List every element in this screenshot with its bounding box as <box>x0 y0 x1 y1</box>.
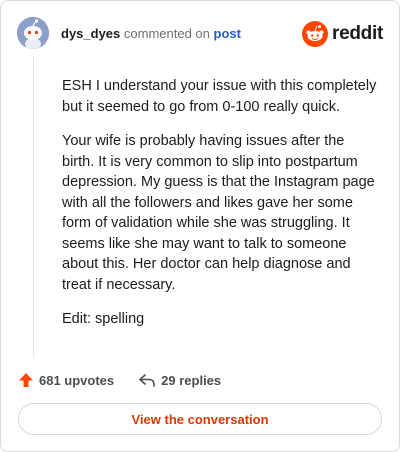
comment-actions: 681 upvotes 29 replies <box>18 370 221 390</box>
reply-count: 29 replies <box>161 372 222 388</box>
view-conversation-button[interactable]: View the conversation <box>18 403 382 435</box>
post-link[interactable]: post <box>214 26 241 41</box>
comment-header: dys_dyes commented on post reddit <box>17 17 383 49</box>
snoo-avatar-icon <box>17 17 49 49</box>
comment-paragraph: ESH I understand your issue with this co… <box>62 78 377 115</box>
comment-card: dys_dyes commented on post reddit ESH I … <box>0 0 400 452</box>
comment-paragraph: Edit: spelling <box>62 311 145 327</box>
username[interactable]: dys_dyes <box>61 26 120 41</box>
upvote-button[interactable]: 681 upvotes <box>18 372 114 388</box>
comment-paragraph: Your wife is probably having issues afte… <box>62 133 375 293</box>
logo-wordmark: reddit <box>332 23 383 44</box>
comment-body: ESH I understand your issue with this co… <box>62 76 378 344</box>
reply-arrow-icon <box>139 374 155 387</box>
thread-line <box>33 57 34 357</box>
upvote-arrow-icon <box>19 373 33 387</box>
reddit-logo[interactable]: reddit <box>302 21 383 47</box>
upvote-count: 681 upvotes <box>39 372 115 388</box>
user-avatar[interactable] <box>17 17 49 49</box>
action-text: commented on <box>123 26 210 41</box>
reddit-logo-icon <box>302 21 329 47</box>
replies-button[interactable]: 29 replies <box>138 372 221 388</box>
comment-meta: dys_dyes commented on post <box>61 26 241 42</box>
